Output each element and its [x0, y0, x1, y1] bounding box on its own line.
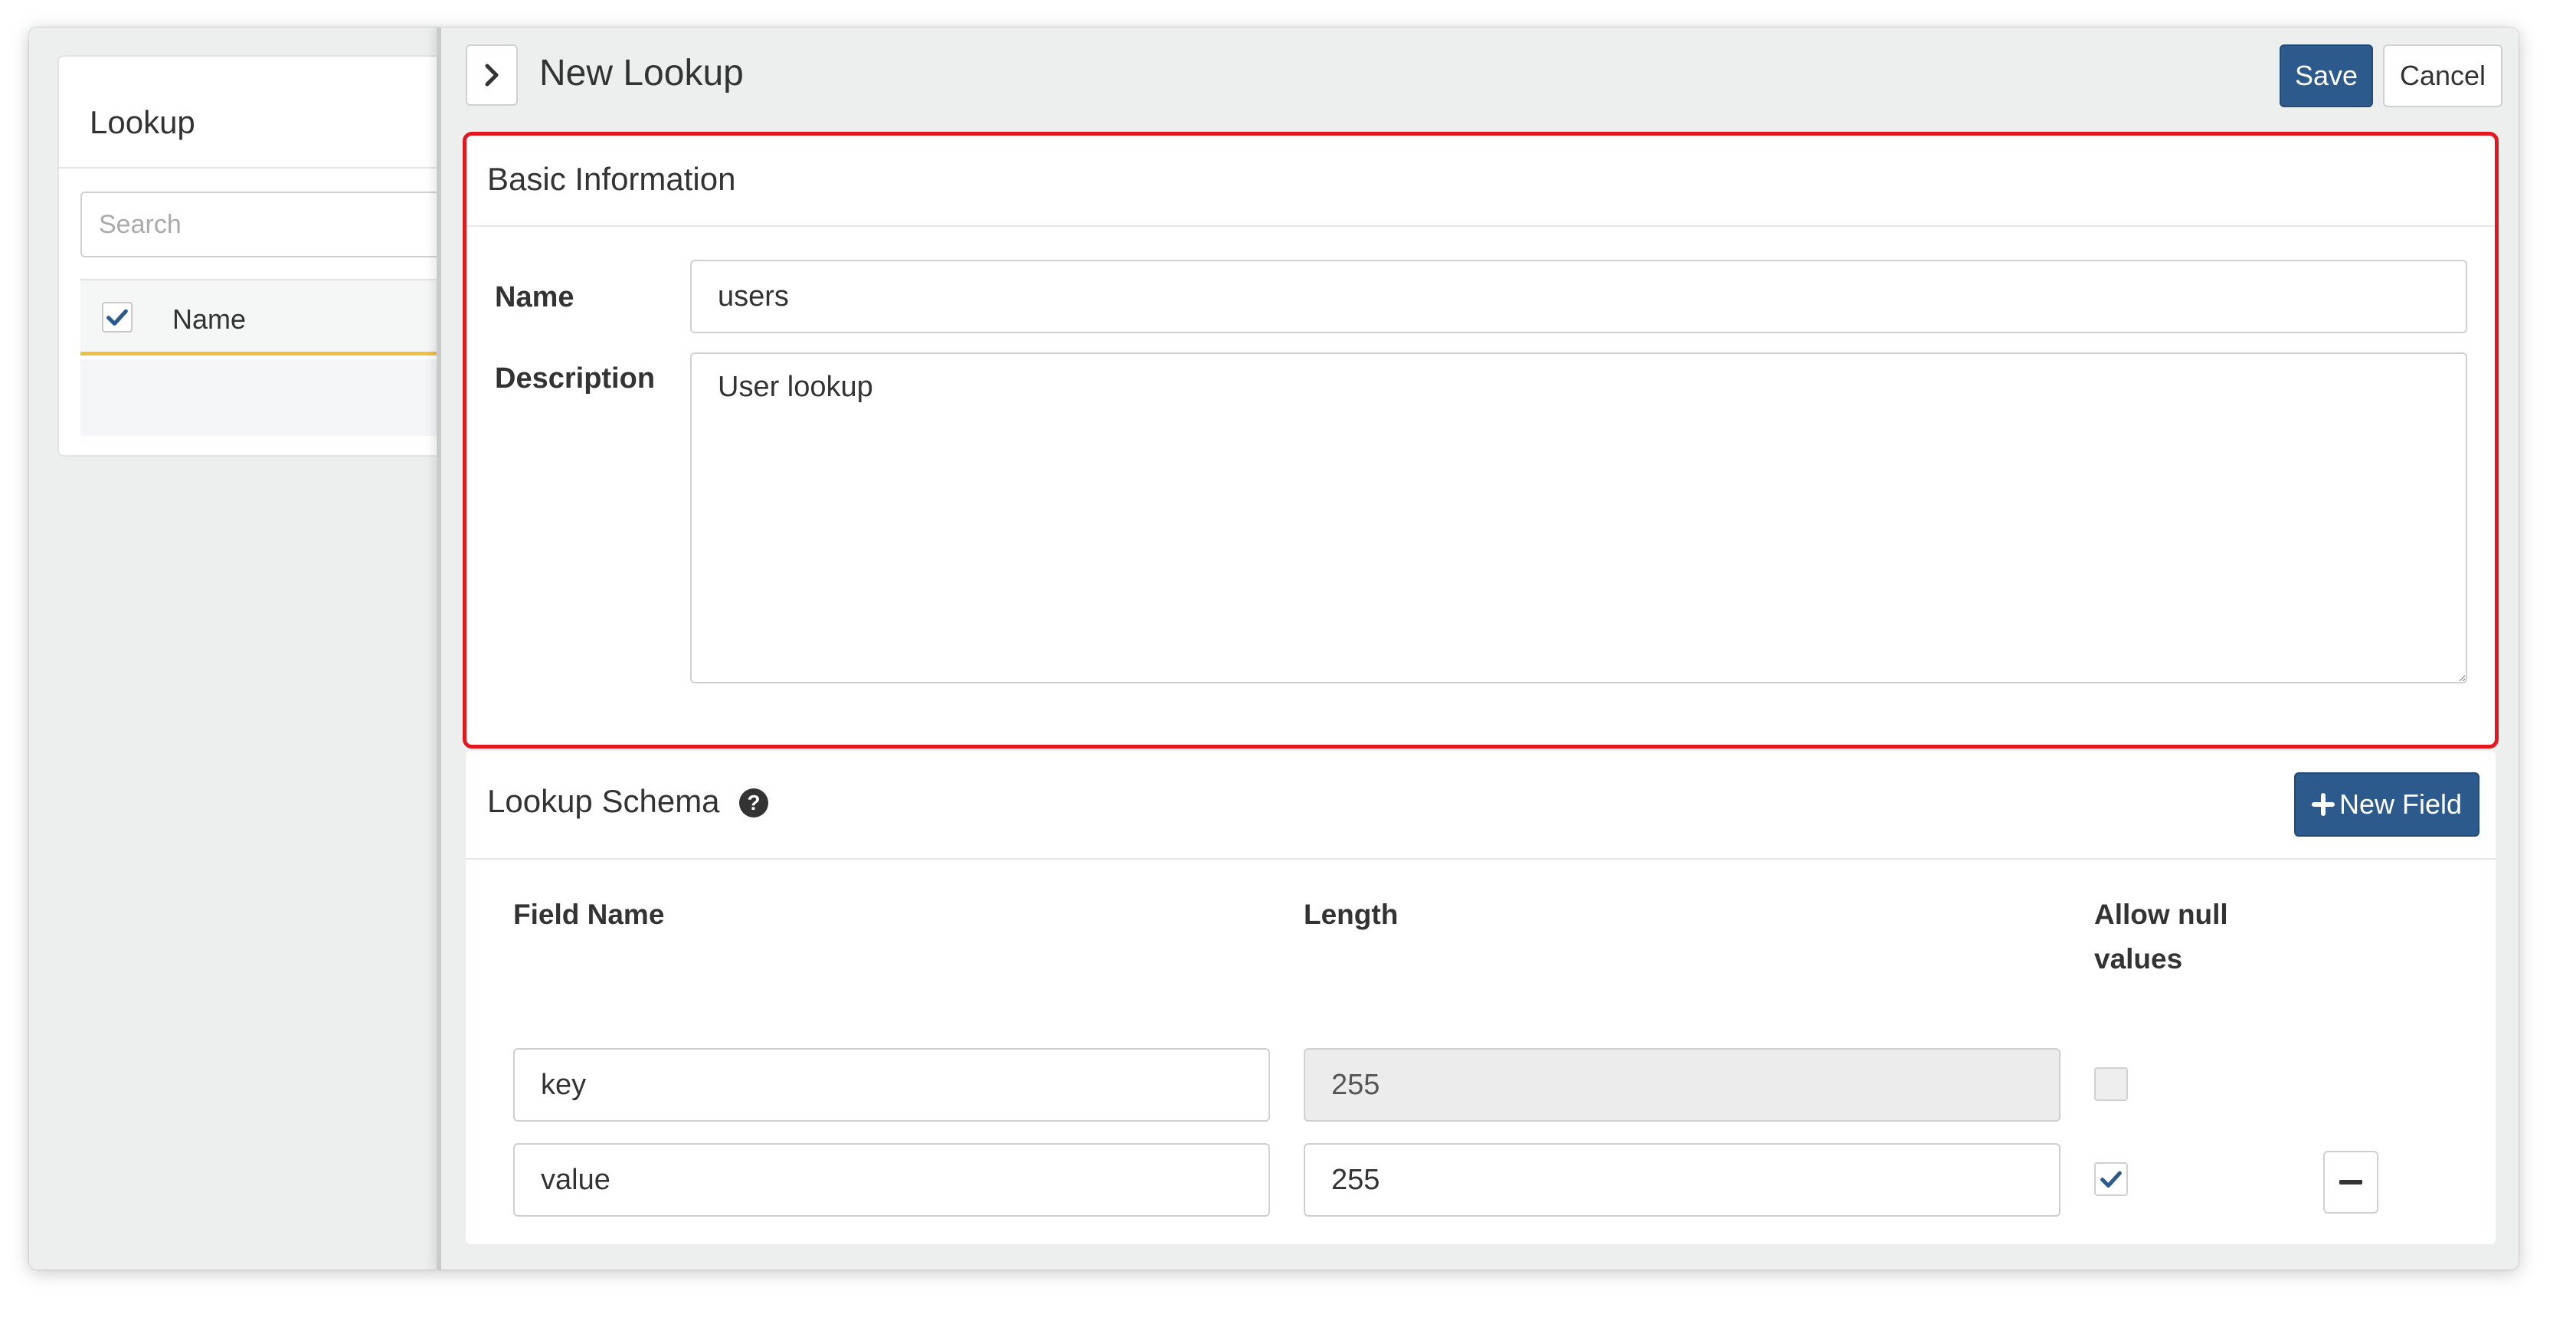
- cancel-button[interactable]: Cancel: [2383, 44, 2502, 107]
- allow-null-line1: Allow null: [2094, 899, 2228, 930]
- allow-null-checkbox: [2094, 1067, 2128, 1101]
- column-header-field-name: Field Name: [513, 899, 665, 930]
- new-lookup-panel: New Lookup Save Cancel Basic Information…: [437, 28, 2519, 1270]
- new-field-label: New Field: [2339, 788, 2463, 820]
- lookup-schema-card: Lookup Schema ? New Field Field Name Len…: [466, 751, 2496, 1244]
- app-window: Lookup Name New Lookup Save Cancel Basic…: [29, 28, 2519, 1270]
- save-button[interactable]: Save: [2280, 44, 2373, 107]
- divider: [466, 225, 2495, 227]
- allow-null-line2: values: [2094, 943, 2183, 975]
- plus-icon: [2311, 793, 2335, 816]
- column-header-allow-null: Allow null values: [2094, 893, 2228, 981]
- name-label: Name: [495, 281, 574, 313]
- length-input: [1304, 1048, 2060, 1122]
- field-name-input[interactable]: [513, 1048, 1270, 1122]
- minus-icon: [2339, 1180, 2362, 1184]
- question-circle-icon[interactable]: ?: [739, 788, 768, 817]
- lookup-list-panel: Lookup Name: [57, 55, 509, 457]
- checkmark-icon: [2100, 1171, 2122, 1188]
- collapse-panel-button[interactable]: [466, 44, 518, 106]
- name-input[interactable]: [690, 260, 2467, 333]
- lookup-list-title: Lookup: [90, 104, 195, 140]
- column-header-name[interactable]: Name: [172, 303, 246, 336]
- remove-field-button[interactable]: [2323, 1151, 2378, 1214]
- checkmark-icon: [106, 309, 128, 326]
- page-title: New Lookup: [539, 53, 744, 93]
- new-field-button[interactable]: New Field: [2294, 772, 2479, 837]
- field-name-input[interactable]: [513, 1143, 1270, 1217]
- chevron-right-icon: [485, 64, 499, 87]
- divider: [59, 167, 485, 169]
- basic-information-card: Basic Information Name Description User …: [463, 132, 2499, 749]
- length-input[interactable]: [1304, 1143, 2060, 1217]
- description-textarea[interactable]: User lookup: [690, 352, 2467, 683]
- select-all-checkbox[interactable]: [102, 302, 133, 333]
- lookup-schema-title: Lookup Schema: [487, 783, 720, 819]
- basic-information-title: Basic Information: [487, 161, 736, 197]
- divider: [466, 858, 2496, 860]
- description-label: Description: [495, 362, 656, 395]
- column-header-length: Length: [1304, 899, 1399, 930]
- allow-null-checkbox[interactable]: [2094, 1162, 2128, 1196]
